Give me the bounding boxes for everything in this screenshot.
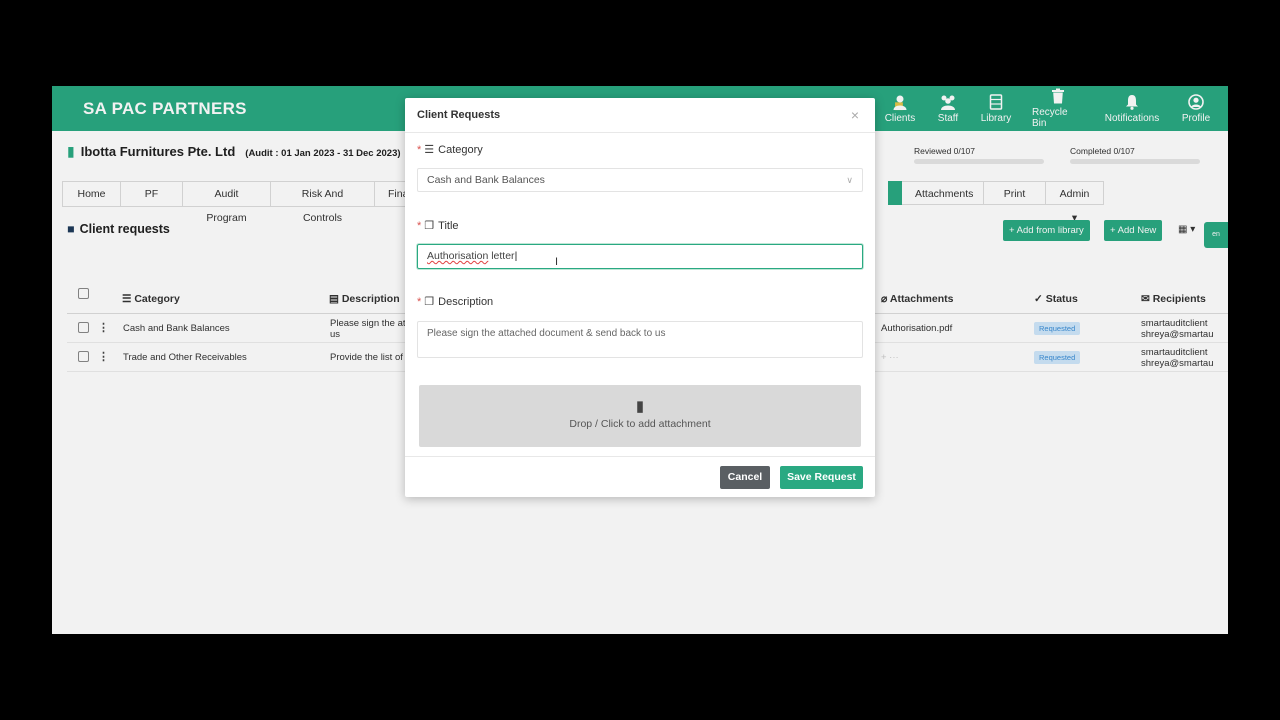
category-label: * ☰ Category (417, 144, 483, 156)
description-label: * ❐ Description (417, 296, 494, 308)
text-cursor-icon: I (555, 256, 559, 268)
list-icon: ☰ (424, 144, 435, 156)
modal-title: Client Requests (417, 109, 501, 121)
title-label: * ❐ Title (417, 220, 459, 232)
title-input[interactable]: Authorisation letter| (417, 244, 863, 269)
cancel-button[interactable]: Cancel (720, 466, 770, 489)
client-request-modal: Client Requests × * ☰ Category Cash and Ba… (405, 98, 875, 497)
category-select[interactable]: Cash and Bank Balances ∨ (417, 168, 863, 192)
close-icon[interactable]: × (851, 107, 859, 123)
file-icon: ▮ (635, 398, 645, 415)
copy-icon: ❐ (424, 220, 435, 232)
description-textarea[interactable]: Please sign the attached document & send… (417, 321, 863, 358)
modal-divider (405, 132, 875, 133)
copy-icon: ❐ (424, 296, 435, 308)
attachment-dropzone[interactable]: ▮ Drop / Click to add attachment (419, 385, 861, 447)
chevron-down-icon: ∨ (846, 175, 853, 185)
modal-footer-divider (405, 456, 875, 457)
dropzone-text: Drop / Click to add attachment (569, 418, 711, 430)
save-request-button[interactable]: Save Request (780, 466, 863, 489)
